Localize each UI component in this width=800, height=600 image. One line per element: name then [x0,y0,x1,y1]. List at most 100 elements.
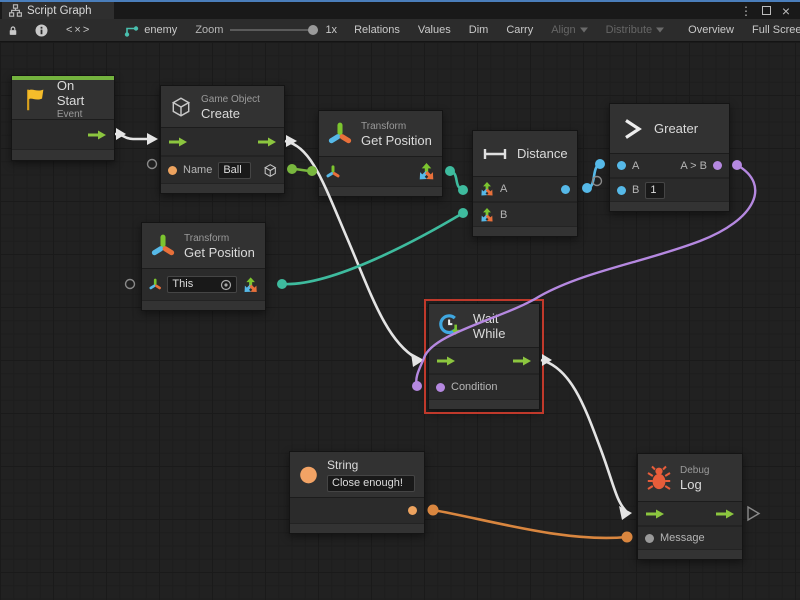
string-icon [299,463,318,487]
flow-output-port[interactable] [512,355,532,367]
node-title: Distance [517,146,568,161]
node-footer [161,184,284,193]
node-title: Greater [654,121,698,136]
flow-input-port[interactable] [645,508,665,520]
dropdown-arrow-icon [580,27,588,33]
port-label: Condition [451,381,497,393]
float-input-port-b[interactable] [617,186,626,195]
node-footer [638,550,742,559]
window-menu-button[interactable]: ⋮ [738,3,754,18]
flow-input-port[interactable] [168,136,188,148]
graph-toolbar: <×> enemy Zoom 1x Relations Values Dim C… [0,19,800,42]
node-category: Game Object [201,93,260,106]
node-footer [12,150,114,160]
flow-output-port[interactable] [257,136,277,148]
node-title: On Start [57,78,105,108]
maximize-icon [762,6,771,15]
string-value-field[interactable]: Close enough! [327,475,415,492]
toolbar-button-dim[interactable]: Dim [460,19,498,41]
tab-title: Script Graph [27,5,92,17]
distance-icon [482,147,508,161]
float-output-port[interactable] [561,185,570,194]
value-input-port-name[interactable] [168,166,177,175]
node-debug-log[interactable]: Debug Log Message [637,453,743,560]
vector3-input-port-a[interactable] [480,182,494,196]
object-picker-icon[interactable] [220,279,232,291]
node-title: Wait While [473,311,530,341]
node-category: Debug [680,464,709,477]
graph-asset-icon [124,23,139,37]
port-label: A [632,160,639,172]
zoom-label: Zoom [195,24,223,36]
port-label: A [500,183,507,195]
info-icon [35,24,48,37]
node-footer [610,202,729,211]
node-title: Create [201,106,260,121]
flow-output-port[interactable] [87,129,107,141]
lock-icon [9,24,17,37]
name-value-field[interactable]: Ball [218,162,250,179]
gameobject-output-port[interactable] [263,162,277,179]
close-button[interactable]: × [778,3,794,18]
target-value-field[interactable]: This [167,276,236,293]
port-label: Name [183,164,212,176]
zoom-slider-handle[interactable] [308,25,318,35]
bug-icon [647,465,671,491]
toolbar-button-distribute[interactable]: Distribute [597,19,673,41]
node-distance[interactable]: Distance A B [472,130,578,237]
greater-icon [619,116,645,142]
dropdown-arrow-icon [656,27,664,33]
transform-icon [151,234,175,258]
toolbar-button-carry[interactable]: Carry [497,19,542,41]
node-title: String [327,458,415,473]
zoom-level: 1x [325,24,337,36]
port-label: B [500,209,507,221]
toolbar-button-overview[interactable]: Overview [679,19,743,41]
graph-name: enemy [144,24,177,36]
value-input-port-message[interactable] [645,534,654,543]
zoom-slider[interactable] [230,25,318,35]
transform-icon [328,122,352,146]
node-greater[interactable]: Greater A A > B B 1 [609,103,730,212]
flow-output-port[interactable] [715,508,735,520]
node-title: Get Position [361,133,432,148]
node-subtitle: Event [57,108,105,121]
vector3-input-port-b[interactable] [480,208,494,222]
port-label: B [632,184,639,196]
bool-input-port-condition[interactable] [436,383,445,392]
vector3-output-port[interactable] [418,163,435,180]
zoom-slider-track [230,29,318,31]
node-category: Transform [184,232,255,245]
node-get-position-1[interactable]: Transform Get Position [318,110,443,197]
code-view-button[interactable]: <×> [57,19,100,41]
maximize-button[interactable] [758,3,774,18]
vector3-output-port[interactable] [243,277,258,293]
transform-input-port[interactable] [326,165,340,179]
toolbar-button-fullscreen[interactable]: Full Screen [743,19,800,41]
node-wait-while[interactable]: Wait While Condition [428,303,540,410]
float-input-port-a[interactable] [617,161,626,170]
script-graph-icon [9,4,22,17]
string-output-port[interactable] [408,506,417,515]
flow-input-port[interactable] [436,355,456,367]
toolbar-button-align[interactable]: Align [542,19,596,41]
wait-while-icon [438,312,464,340]
cube-icon [170,96,192,118]
graph-breadcrumb[interactable]: enemy [114,19,187,41]
node-footer [473,227,577,236]
b-value-field[interactable]: 1 [645,182,665,199]
flag-icon [21,86,48,113]
node-on-start[interactable]: On Start Event [11,75,115,161]
node-footer [142,301,265,310]
toolbar-button-relations[interactable]: Relations [345,19,409,41]
node-create-gameobject[interactable]: Game Object Create Name Ball [160,85,285,194]
tab-script-graph[interactable]: Script Graph [2,2,114,19]
node-title: Get Position [184,245,255,260]
node-get-position-2[interactable]: Transform Get Position This [141,222,266,311]
lock-button[interactable] [0,19,26,41]
transform-input-port[interactable] [149,278,161,291]
bool-output-port[interactable] [713,161,722,170]
node-string-literal[interactable]: String Close enough! [289,451,425,534]
info-button[interactable] [26,19,57,41]
toolbar-button-values[interactable]: Values [409,19,460,41]
